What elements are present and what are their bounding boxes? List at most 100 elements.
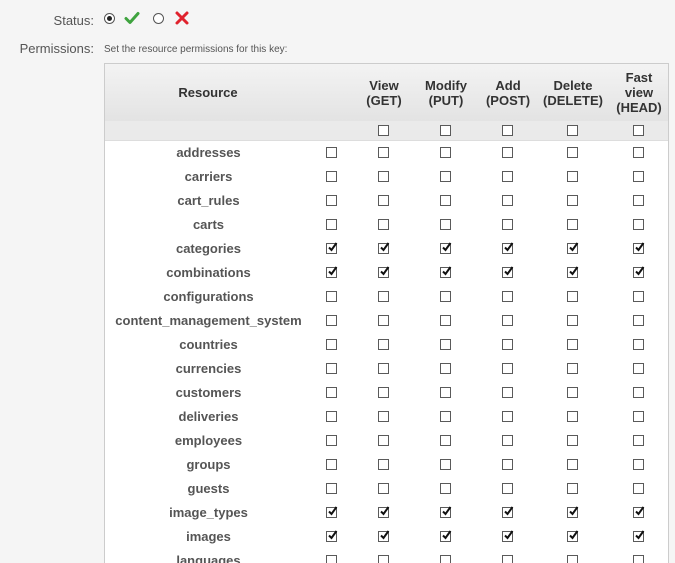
add-checkbox[interactable] bbox=[502, 195, 513, 206]
modify-checkbox[interactable] bbox=[440, 555, 451, 563]
all-checkbox[interactable] bbox=[326, 363, 337, 374]
view-checkbox[interactable] bbox=[378, 555, 389, 563]
view-checkbox[interactable] bbox=[378, 171, 389, 182]
modify-checkbox[interactable] bbox=[440, 291, 451, 302]
fast_view-checkbox[interactable] bbox=[633, 483, 644, 494]
select-all-view-checkbox[interactable] bbox=[378, 125, 389, 136]
fast_view-checkbox[interactable] bbox=[633, 411, 644, 422]
add-checkbox[interactable] bbox=[502, 411, 513, 422]
add-checkbox[interactable] bbox=[502, 171, 513, 182]
modify-checkbox[interactable] bbox=[440, 219, 451, 230]
select-all-modify-checkbox[interactable] bbox=[440, 125, 451, 136]
all-checkbox[interactable] bbox=[326, 483, 337, 494]
view-checkbox[interactable] bbox=[378, 266, 390, 278]
status-disabled-radio[interactable] bbox=[153, 13, 164, 24]
modify-checkbox[interactable] bbox=[440, 339, 451, 350]
add-checkbox[interactable] bbox=[502, 242, 514, 254]
view-checkbox[interactable] bbox=[378, 242, 390, 254]
all-checkbox[interactable] bbox=[326, 171, 337, 182]
fast_view-checkbox[interactable] bbox=[633, 555, 644, 563]
modify-checkbox[interactable] bbox=[440, 195, 451, 206]
delete-checkbox[interactable] bbox=[567, 339, 578, 350]
all-checkbox[interactable] bbox=[326, 459, 337, 470]
add-checkbox[interactable] bbox=[502, 459, 513, 470]
all-checkbox[interactable] bbox=[326, 195, 337, 206]
view-checkbox[interactable] bbox=[378, 219, 389, 230]
all-checkbox[interactable] bbox=[326, 219, 337, 230]
fast_view-checkbox[interactable] bbox=[633, 530, 645, 542]
select-all-delete-checkbox[interactable] bbox=[567, 125, 578, 136]
delete-checkbox[interactable] bbox=[567, 459, 578, 470]
add-checkbox[interactable] bbox=[502, 266, 514, 278]
delete-checkbox[interactable] bbox=[567, 242, 579, 254]
modify-checkbox[interactable] bbox=[440, 459, 451, 470]
add-checkbox[interactable] bbox=[502, 530, 514, 542]
fast_view-checkbox[interactable] bbox=[633, 219, 644, 230]
delete-checkbox[interactable] bbox=[567, 291, 578, 302]
all-checkbox[interactable] bbox=[326, 387, 337, 398]
view-checkbox[interactable] bbox=[378, 147, 389, 158]
fast_view-checkbox[interactable] bbox=[633, 363, 644, 374]
view-checkbox[interactable] bbox=[378, 291, 389, 302]
view-checkbox[interactable] bbox=[378, 459, 389, 470]
fast_view-checkbox[interactable] bbox=[633, 315, 644, 326]
select-all-add-checkbox[interactable] bbox=[502, 125, 513, 136]
delete-checkbox[interactable] bbox=[567, 266, 579, 278]
view-checkbox[interactable] bbox=[378, 339, 389, 350]
delete-checkbox[interactable] bbox=[567, 555, 578, 563]
modify-checkbox[interactable] bbox=[440, 242, 452, 254]
all-checkbox[interactable] bbox=[326, 506, 338, 518]
view-checkbox[interactable] bbox=[378, 411, 389, 422]
fast_view-checkbox[interactable] bbox=[633, 435, 644, 446]
delete-checkbox[interactable] bbox=[567, 506, 579, 518]
fast_view-checkbox[interactable] bbox=[633, 387, 644, 398]
modify-checkbox[interactable] bbox=[440, 387, 451, 398]
fast_view-checkbox[interactable] bbox=[633, 147, 644, 158]
fast_view-checkbox[interactable] bbox=[633, 242, 645, 254]
delete-checkbox[interactable] bbox=[567, 315, 578, 326]
add-checkbox[interactable] bbox=[502, 147, 513, 158]
fast_view-checkbox[interactable] bbox=[633, 339, 644, 350]
fast_view-checkbox[interactable] bbox=[633, 171, 644, 182]
delete-checkbox[interactable] bbox=[567, 195, 578, 206]
modify-checkbox[interactable] bbox=[440, 147, 451, 158]
modify-checkbox[interactable] bbox=[440, 315, 451, 326]
all-checkbox[interactable] bbox=[326, 555, 337, 563]
delete-checkbox[interactable] bbox=[567, 363, 578, 374]
delete-checkbox[interactable] bbox=[567, 147, 578, 158]
delete-checkbox[interactable] bbox=[567, 530, 579, 542]
delete-checkbox[interactable] bbox=[567, 411, 578, 422]
all-checkbox[interactable] bbox=[326, 291, 337, 302]
view-checkbox[interactable] bbox=[378, 315, 389, 326]
fast_view-checkbox[interactable] bbox=[633, 291, 644, 302]
all-checkbox[interactable] bbox=[326, 411, 337, 422]
add-checkbox[interactable] bbox=[502, 339, 513, 350]
add-checkbox[interactable] bbox=[502, 506, 514, 518]
delete-checkbox[interactable] bbox=[567, 387, 578, 398]
delete-checkbox[interactable] bbox=[567, 435, 578, 446]
view-checkbox[interactable] bbox=[378, 387, 389, 398]
delete-checkbox[interactable] bbox=[567, 171, 578, 182]
delete-checkbox[interactable] bbox=[567, 483, 578, 494]
modify-checkbox[interactable] bbox=[440, 483, 451, 494]
all-checkbox[interactable] bbox=[326, 339, 337, 350]
fast_view-checkbox[interactable] bbox=[633, 195, 644, 206]
fast_view-checkbox[interactable] bbox=[633, 459, 644, 470]
add-checkbox[interactable] bbox=[502, 435, 513, 446]
modify-checkbox[interactable] bbox=[440, 530, 452, 542]
add-checkbox[interactable] bbox=[502, 387, 513, 398]
modify-checkbox[interactable] bbox=[440, 411, 451, 422]
add-checkbox[interactable] bbox=[502, 219, 513, 230]
all-checkbox[interactable] bbox=[326, 147, 337, 158]
add-checkbox[interactable] bbox=[502, 363, 513, 374]
view-checkbox[interactable] bbox=[378, 435, 389, 446]
add-checkbox[interactable] bbox=[502, 555, 513, 563]
add-checkbox[interactable] bbox=[502, 291, 513, 302]
view-checkbox[interactable] bbox=[378, 483, 389, 494]
fast_view-checkbox[interactable] bbox=[633, 266, 645, 278]
all-checkbox[interactable] bbox=[326, 242, 338, 254]
all-checkbox[interactable] bbox=[326, 266, 338, 278]
fast_view-checkbox[interactable] bbox=[633, 506, 645, 518]
all-checkbox[interactable] bbox=[326, 530, 338, 542]
delete-checkbox[interactable] bbox=[567, 219, 578, 230]
